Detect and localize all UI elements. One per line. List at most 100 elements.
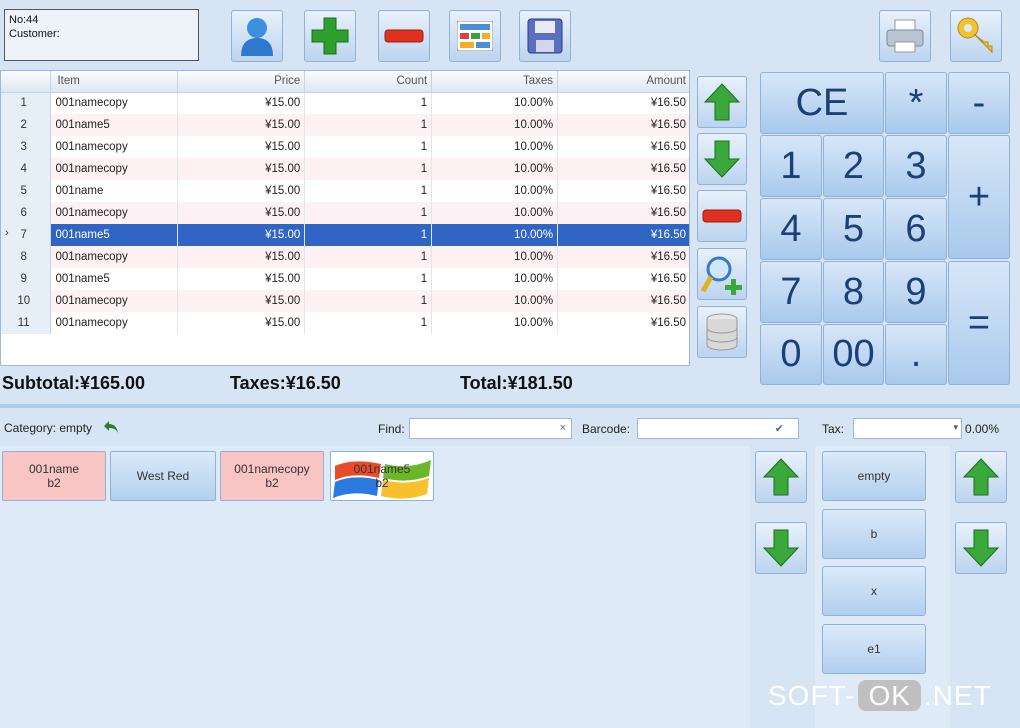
category-button-empty[interactable]: empty	[822, 451, 926, 501]
table-row[interactable]: 8 001namecopy ¥15.00 1 10.00% ¥16.50	[1, 246, 689, 268]
keypad-1[interactable]: 1	[760, 135, 822, 197]
category-button-e1[interactable]: e1	[822, 624, 926, 674]
cell-n: 10	[1, 290, 52, 312]
category-button-x[interactable]: x	[822, 566, 926, 616]
back-arrow-icon[interactable]	[103, 420, 119, 434]
column-header-amount[interactable]: Amount	[557, 71, 689, 93]
keypad-plus[interactable]: +	[948, 135, 1010, 259]
product-button-1[interactable]: 001name b2	[2, 451, 106, 501]
table-row[interactable]: 1 001namecopy ¥15.00 1 10.00% ¥16.50	[1, 92, 689, 114]
row-pointer-icon: ›	[5, 227, 9, 239]
search-add-button[interactable]	[697, 248, 747, 300]
cell-taxes: 10.00%	[431, 224, 559, 246]
find-input[interactable]: ×	[409, 418, 572, 439]
database-button[interactable]	[697, 306, 747, 358]
arrow-up-icon	[703, 83, 741, 121]
products-scroll-up-button[interactable]	[755, 451, 807, 503]
cell-amount: ¥16.50	[557, 268, 689, 290]
product-button-3[interactable]: 001namecopy b2	[220, 451, 324, 501]
cell-n: 5	[1, 180, 52, 202]
keypad-4[interactable]: 4	[760, 198, 822, 260]
save-button[interactable]	[519, 10, 571, 62]
keypad-3[interactable]: 3	[885, 135, 947, 197]
remove-item-button[interactable]	[378, 10, 430, 62]
keypad-00[interactable]: 00	[823, 324, 884, 385]
watermark-part: .NET	[923, 680, 992, 711]
cell-price: ¥15.00	[177, 114, 306, 136]
table-row[interactable]: 11 001namecopy ¥15.00 1 10.00% ¥16.50	[1, 312, 689, 334]
keypad-0[interactable]: 0	[760, 324, 822, 385]
dashboard-icon	[457, 21, 493, 51]
cell-item: 001name	[50, 180, 179, 202]
keypad-minus[interactable]: -	[948, 72, 1010, 134]
keypad-9[interactable]: 9	[885, 261, 947, 323]
column-header-price[interactable]: Price	[177, 71, 306, 93]
keypad-6[interactable]: 6	[885, 198, 947, 260]
cell-price: ¥15.00	[177, 312, 306, 334]
table-row[interactable]: 6 001namecopy ¥15.00 1 10.00% ¥16.50	[1, 202, 689, 224]
customer-label: Customer:	[9, 28, 60, 40]
key-icon	[957, 17, 993, 54]
table-row[interactable]: 5 001name ¥15.00 1 10.00% ¥16.50	[1, 180, 689, 202]
watermark-part: OK	[858, 680, 921, 711]
cell-price: ¥15.00	[177, 224, 306, 246]
product-button-4[interactable]: 001name5 b2	[330, 451, 434, 501]
table-row[interactable]: 9 001name5 ¥15.00 1 10.00% ¥16.50	[1, 268, 689, 290]
product-sub: b2	[265, 476, 279, 490]
table-row[interactable]: 2 001name5 ¥15.00 1 10.00% ¥16.50	[1, 114, 689, 136]
keypad-equals[interactable]: =	[948, 261, 1010, 385]
table-row[interactable]: 3 001namecopy ¥15.00 1 10.00% ¥16.50	[1, 136, 689, 158]
keypad-ce[interactable]: CE	[760, 72, 884, 134]
watermark-part: SOFT-	[768, 680, 856, 711]
cell-amount: ¥16.50	[557, 224, 689, 246]
categories-scroll-up-button[interactable]	[955, 451, 1007, 503]
keypad-8[interactable]: 8	[823, 261, 884, 323]
product-button-2[interactable]: West Red	[110, 451, 216, 501]
keypad-7[interactable]: 7	[760, 261, 822, 323]
cell-count: 1	[304, 202, 433, 224]
tax-select[interactable]: ▾	[853, 418, 962, 439]
categories-scroll-down-button[interactable]	[955, 522, 1007, 574]
chevron-down-icon[interactable]: ▾	[953, 422, 958, 433]
grid-header-row: Item Price Count Taxes Amount	[1, 71, 689, 93]
table-row[interactable]: 4 001namecopy ¥15.00 1 10.00% ¥16.50	[1, 158, 689, 180]
clear-icon[interactable]: ×	[560, 422, 566, 434]
keypad-multiply[interactable]: *	[885, 72, 947, 134]
tax-label: Tax:	[822, 422, 845, 436]
keypad-5[interactable]: 5	[823, 198, 884, 260]
keypad-2[interactable]: 2	[823, 135, 884, 197]
cell-count: 1	[304, 136, 433, 158]
category-button-b[interactable]: b	[822, 509, 926, 559]
delete-row-button[interactable]	[697, 190, 747, 242]
table-row[interactable]: › 7 001name5 ¥15.00 1 10.00% ¥16.50	[1, 224, 689, 246]
cell-price: ¥15.00	[177, 92, 306, 114]
arrow-down-icon	[962, 529, 1000, 567]
column-header-taxes[interactable]: Taxes	[431, 71, 559, 93]
table-row[interactable]: 10 001namecopy ¥15.00 1 10.00% ¥16.50	[1, 290, 689, 312]
layout-button[interactable]	[449, 10, 501, 62]
cell-item: 001namecopy	[50, 246, 179, 268]
add-item-button[interactable]	[304, 10, 356, 62]
move-up-button[interactable]	[697, 76, 747, 128]
cell-taxes: 10.00%	[431, 290, 559, 312]
move-down-button[interactable]	[697, 133, 747, 185]
cell-taxes: 10.00%	[431, 114, 559, 136]
cell-item: 001namecopy	[50, 136, 179, 158]
cell-n: 4	[1, 158, 52, 180]
print-button[interactable]	[879, 10, 931, 62]
customer-button[interactable]	[231, 10, 283, 62]
cell-n: 1	[1, 92, 52, 114]
login-key-button[interactable]	[950, 10, 1002, 62]
barcode-input[interactable]: ✔	[637, 418, 799, 439]
cell-taxes: 10.00%	[431, 202, 559, 224]
column-header-item[interactable]: Item	[50, 71, 179, 93]
product-name: 001namecopy	[234, 462, 310, 476]
cell-price: ¥15.00	[177, 246, 306, 268]
products-scroll-down-button[interactable]	[755, 522, 807, 574]
checkmark-icon[interactable]: ✔	[775, 422, 784, 435]
keypad-dot[interactable]: .	[885, 324, 947, 385]
column-header-count[interactable]: Count	[304, 71, 433, 93]
watermark: SOFT- OK .NET	[768, 680, 992, 712]
splitter[interactable]	[0, 404, 1020, 408]
order-info-box: No:44 Customer:	[4, 9, 199, 61]
